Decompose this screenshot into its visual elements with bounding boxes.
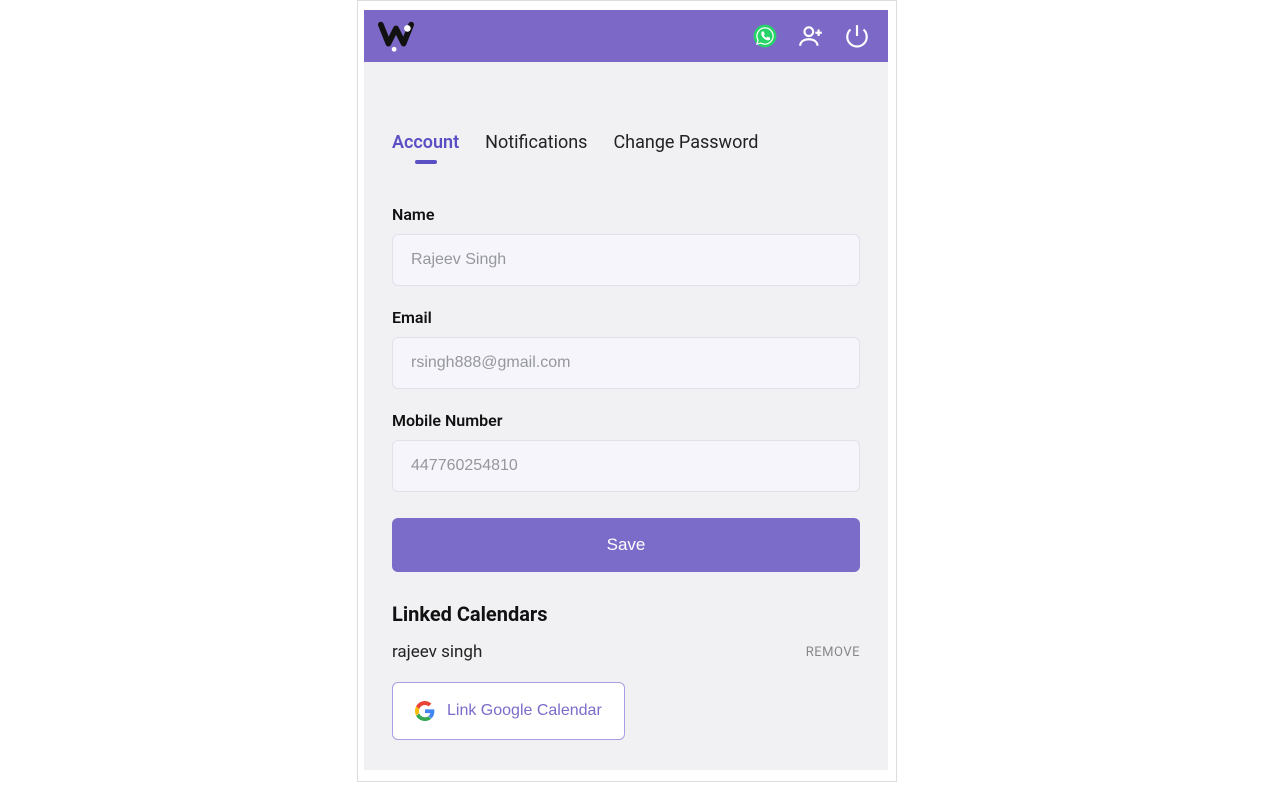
settings-tabs: Account Notifications Change Password <box>392 132 860 161</box>
app-logo[interactable] <box>376 16 416 56</box>
browser-frame: Account Notifications Change Password Na… <box>357 0 897 782</box>
email-field-group: Email <box>392 308 860 389</box>
google-icon <box>415 701 435 721</box>
app-header <box>364 10 888 62</box>
mobile-label: Mobile Number <box>392 411 860 430</box>
email-input[interactable] <box>392 337 860 389</box>
link-google-calendar-button[interactable]: Link Google Calendar <box>392 682 625 740</box>
calendar-row: rajeev singh REMOVE <box>392 642 860 662</box>
add-user-icon[interactable] <box>798 23 824 49</box>
calendar-name: rajeev singh <box>392 642 482 662</box>
content-scroll[interactable]: Account Notifications Change Password Na… <box>364 62 888 770</box>
name-field-group: Name <box>392 205 860 286</box>
tab-change-password[interactable]: Change Password <box>613 132 758 161</box>
tab-notifications[interactable]: Notifications <box>485 132 587 161</box>
app-window: Account Notifications Change Password Na… <box>364 10 888 770</box>
header-actions <box>752 23 870 49</box>
link-google-label: Link Google Calendar <box>447 702 602 720</box>
name-input[interactable] <box>392 234 860 286</box>
mobile-input[interactable] <box>392 440 860 492</box>
settings-panel: Account Notifications Change Password Na… <box>364 62 888 770</box>
tab-account[interactable]: Account <box>392 132 459 161</box>
whatsapp-icon[interactable] <box>752 23 778 49</box>
mobile-field-group: Mobile Number <box>392 411 860 492</box>
name-label: Name <box>392 205 860 224</box>
save-button[interactable]: Save <box>392 518 860 572</box>
remove-calendar-link[interactable]: REMOVE <box>806 645 860 660</box>
power-icon[interactable] <box>844 23 870 49</box>
email-label: Email <box>392 308 860 327</box>
linked-calendars-title: Linked Calendars <box>392 602 860 626</box>
